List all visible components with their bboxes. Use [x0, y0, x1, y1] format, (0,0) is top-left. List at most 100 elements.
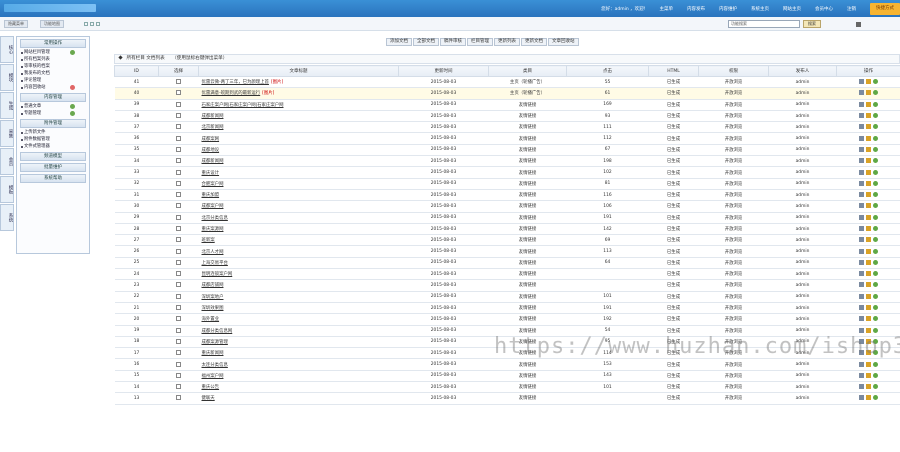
nav-site-home[interactable]: 网站主页 — [783, 6, 801, 12]
doc-title-link[interactable]: 重庆公告 — [202, 385, 220, 390]
nav-main-menu[interactable]: 主菜单 — [660, 6, 674, 12]
row-checkbox[interactable] — [176, 101, 181, 107]
group-content[interactable]: 内容管理 — [20, 93, 86, 102]
view-icon[interactable] — [859, 271, 864, 277]
property-icon[interactable] — [873, 372, 878, 378]
property-icon[interactable] — [873, 259, 878, 265]
view-icon[interactable] — [859, 79, 864, 85]
row-checkbox[interactable] — [176, 124, 181, 130]
row-checkbox[interactable] — [176, 203, 181, 209]
cell-category[interactable]: 友情链接 — [488, 110, 567, 123]
table-row[interactable]: 28 重庆案源网 2015-08-03 友情链接 142 已生成 开放浏览 admin — [114, 223, 900, 236]
view-icon[interactable] — [859, 259, 864, 265]
doc-title-link[interactable]: 班新案 — [202, 238, 215, 243]
row-checkbox[interactable] — [176, 372, 181, 378]
row-checkbox[interactable] — [176, 361, 181, 367]
update-list-button[interactable]: 更新列表 — [494, 38, 520, 46]
tab-template[interactable]: 模板 — [0, 176, 14, 203]
row-checkbox[interactable] — [176, 350, 181, 356]
cell-category[interactable]: 友情链接 — [488, 313, 567, 326]
cell-category[interactable]: 友情链接 — [488, 178, 567, 190]
row-checkbox[interactable] — [176, 259, 181, 265]
table-row[interactable]: 23 成都店铺网 2015-08-03 友情链接 已生成 开放浏览 admin — [114, 279, 900, 292]
cell-category[interactable]: 友情链接 — [488, 166, 567, 179]
cell-category[interactable]: 友情链接 — [488, 223, 567, 236]
property-icon[interactable] — [873, 248, 878, 254]
edit-icon[interactable] — [866, 316, 871, 322]
table-row[interactable]: 41 优雷云微-两丁三年，巳为颜理上首 [图片] 2015-08-03 主页（轮播广告）… — [114, 76, 900, 89]
edit-icon[interactable] — [866, 237, 871, 243]
sidebar-item-column-manage[interactable]: 网站栏目管理 — [17, 49, 89, 56]
doc-title-link[interactable]: 成都案户网 — [202, 204, 224, 209]
view-icon[interactable] — [859, 327, 864, 333]
review-button[interactable]: 稿件审核 — [440, 38, 466, 46]
table-row[interactable]: 26 北京人才网 2015-08-03 友情链接 113 已生成 开放浏览 admin — [114, 245, 900, 258]
doc-title-link[interactable]: 重庆加盟 — [202, 193, 220, 198]
row-checkbox[interactable] — [176, 79, 181, 85]
nav-logout[interactable]: 注销 — [847, 6, 856, 12]
tab-system[interactable]: 系统 — [0, 204, 14, 231]
table-row[interactable]: 29 北京分类信息 2015-08-03 友情链接 191 已生成 开放浏览 admin — [114, 212, 900, 224]
edit-icon[interactable] — [866, 124, 871, 130]
table-row[interactable]: 32 合肥案户网 2015-08-03 友情链接 81 已生成 开放浏览 admin — [114, 178, 900, 190]
edit-icon[interactable] — [866, 282, 871, 288]
cell-category[interactable]: 友情链接 — [488, 144, 567, 157]
group-channel-model[interactable]: 频道模型 — [20, 152, 86, 161]
table-row[interactable]: 31 重庆加盟 2015-08-03 友情链接 116 已生成 开放浏览 admin — [114, 189, 900, 202]
view-icon[interactable] — [859, 293, 864, 299]
edit-icon[interactable] — [866, 214, 871, 220]
doc-title-link[interactable]: 北京分类信息 — [202, 216, 228, 221]
property-icon[interactable] — [873, 327, 878, 333]
nav-content-maintain[interactable]: 内容维护 — [719, 6, 737, 12]
doc-title-link[interactable]: 海外置业 — [202, 317, 220, 322]
doc-title-link[interactable]: 成都店铺网 — [202, 283, 224, 288]
property-icon[interactable] — [873, 361, 878, 367]
cell-category[interactable]: 友情链接 — [488, 291, 567, 303]
view-icon[interactable] — [859, 169, 864, 175]
view-icon[interactable] — [859, 214, 864, 220]
edit-icon[interactable] — [866, 327, 871, 333]
row-checkbox[interactable] — [176, 90, 181, 96]
edit-icon[interactable] — [866, 259, 871, 265]
table-row[interactable]: 24 昆明连锁案户网 2015-08-03 友情链接 已生成 开放浏览 admin — [114, 268, 900, 281]
edit-icon[interactable] — [866, 271, 871, 277]
view-icon[interactable] — [859, 282, 864, 288]
edit-icon[interactable] — [866, 146, 871, 152]
row-checkbox[interactable] — [176, 146, 181, 152]
view-icon[interactable] — [859, 180, 864, 186]
view-icon[interactable] — [859, 203, 864, 209]
view-icon[interactable] — [859, 146, 864, 152]
view-icon[interactable] — [859, 192, 864, 198]
col-clicks[interactable]: 点击 — [566, 65, 649, 77]
property-icon[interactable] — [873, 180, 878, 186]
doc-title-link[interactable]: 健联天 — [202, 396, 215, 401]
cell-category[interactable]: 友情链接 — [488, 155, 567, 168]
edit-icon[interactable] — [866, 248, 871, 254]
row-checkbox[interactable] — [176, 214, 181, 220]
doc-title-link[interactable]: 深圳效果图 — [202, 306, 224, 311]
row-checkbox[interactable] — [176, 169, 181, 175]
doc-title-link[interactable]: 成都案网 — [202, 137, 220, 142]
property-icon[interactable] — [873, 158, 878, 164]
view-icon[interactable] — [859, 90, 864, 96]
layout-icon[interactable] — [84, 22, 88, 26]
row-checkbox[interactable] — [176, 158, 181, 164]
property-icon[interactable] — [873, 282, 878, 288]
property-icon[interactable] — [873, 169, 878, 175]
cell-category[interactable]: 友情链接 — [488, 121, 567, 134]
property-icon[interactable] — [873, 316, 878, 322]
property-icon[interactable] — [873, 384, 878, 390]
recycle-bin-button[interactable]: 文章回收站 — [548, 38, 579, 46]
edit-icon[interactable] — [866, 305, 871, 311]
cell-category[interactable]: 友情链接 — [488, 245, 567, 258]
doc-title-link[interactable]: 成都地设 — [202, 148, 220, 153]
sidebar-item-pending[interactable]: 等审核的档案 — [17, 63, 89, 70]
property-icon[interactable] — [873, 192, 878, 198]
table-row[interactable]: 22 深圳案地户 2015-08-03 友情链接 101 已生成 开放浏览 admin — [114, 291, 900, 303]
cell-category[interactable]: 友情链接 — [488, 234, 567, 247]
view-icon[interactable] — [859, 305, 864, 311]
cell-category[interactable]: 友情链接 — [488, 132, 567, 145]
view-icon[interactable] — [859, 101, 864, 107]
property-icon[interactable] — [873, 90, 878, 96]
doc-title-link[interactable]: 成都分类信息网 — [202, 329, 233, 334]
